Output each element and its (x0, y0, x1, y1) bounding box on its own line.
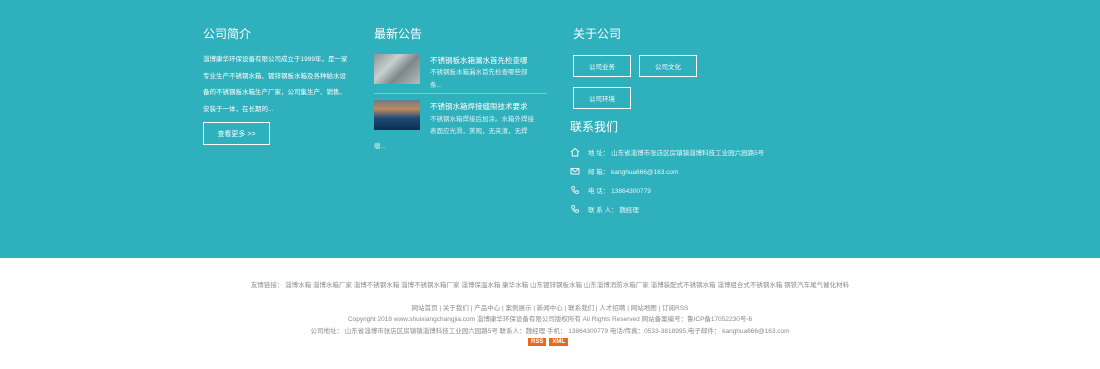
phone-icon (571, 186, 579, 194)
news-desc: 条... (430, 82, 442, 89)
company-environment-button[interactable]: 公司环境 (573, 87, 631, 109)
copyright-text: Copyright 2018 www.shuixiangchangjia.com… (347, 316, 753, 323)
contact-address: 地 址： 山东省淄博市张店区房镇镇淄博科技工业园六园路5号 (588, 150, 765, 157)
company-business-button[interactable]: 公司业务 (573, 55, 631, 77)
home-icon (570, 147, 580, 157)
intro-text: 淄博康华环保设备有限公司成立于1999年，是一家专业生产不锈钢水箱、镀锌钢板水箱… (203, 56, 348, 113)
contact-email-row: 邮 箱： kanghua666@163.com (570, 166, 678, 176)
footer-top-section: 公司简介 淄博康华环保设备有限公司成立于1999年，是一家专业生产不锈钢水箱、镀… (0, 0, 1100, 258)
mail-icon (570, 168, 580, 175)
contact-address-row: 地 址： 山东省淄博市张店区房镇镇淄博科技工业园六园路5号 (570, 147, 764, 157)
company-culture-button[interactable]: 公司文化 (639, 55, 697, 77)
news-desc: 表面应光滑，美观，无夹渣，无焊 (430, 128, 528, 135)
news-desc: 不锈钢板水箱漏水首先检查哪些部 (430, 69, 528, 76)
company-address-text: 公司地址： 山东省淄博市张店区房镇镇淄博科技工业园六园路5号 联系人：魏经理 手… (310, 328, 790, 335)
news-thumbnail[interactable] (374, 100, 420, 130)
news-title[interactable]: 不锈钢水箱焊接缝隙技术要求 (430, 101, 528, 112)
contact-phone-row: 电 话： 13864300779 (570, 185, 651, 195)
about-heading: 关于公司 (573, 27, 622, 41)
news-title[interactable]: 不锈钢板水箱漏水首先检查哪 (430, 55, 528, 66)
xml-badge[interactable]: XML (549, 338, 569, 346)
contact-person: 联 系 人： 魏经理 (588, 207, 639, 214)
news-desc: 不锈钢水箱焊接后加涂。水箱外焊接 (430, 116, 534, 123)
feed-badges: RSS XML (528, 338, 569, 346)
contact-person-row: 联 系 人： 魏经理 (570, 204, 639, 214)
contact-heading: 联系我们 (570, 120, 619, 134)
footer-nav[interactable]: 网站首页 | 关于我们 | 产品中心 | 案例展示 | 新闻中心 | 联系我们 … (0, 302, 1100, 312)
contact-email: 邮 箱： kanghua666@163.com (588, 169, 679, 176)
friend-links[interactable]: 友情链接： 淄博水箱 淄博水箱厂家 淄博不锈钢水箱 淄博不锈钢水箱厂家 淄博保温… (0, 279, 1100, 289)
news-divider (374, 93, 547, 94)
news-thumbnail[interactable] (374, 54, 420, 84)
news-desc: 瘤... (374, 143, 386, 150)
news-heading: 最新公告 (374, 27, 423, 41)
rss-badge[interactable]: RSS (528, 338, 547, 346)
phone-icon (571, 205, 579, 213)
intro-heading: 公司简介 (203, 27, 252, 41)
view-more-button[interactable]: 查看更多 >> (203, 122, 270, 145)
contact-phone: 电 话： 13864300779 (588, 188, 651, 195)
